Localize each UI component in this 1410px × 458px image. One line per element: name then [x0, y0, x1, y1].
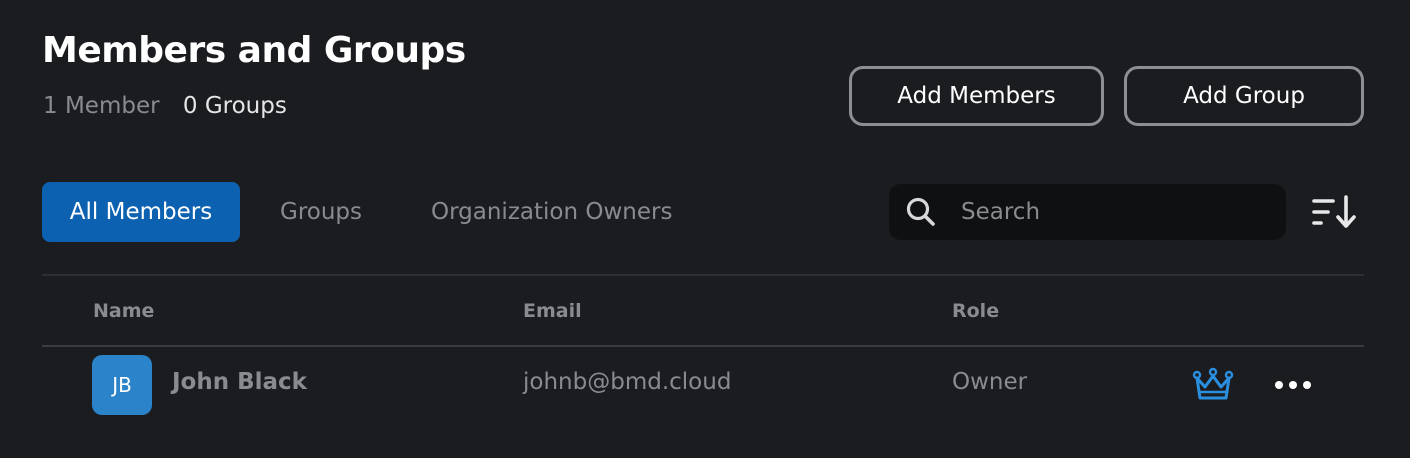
member-role: Owner [952, 369, 1028, 395]
more-options-icon[interactable] [1272, 373, 1314, 397]
tab-groups[interactable]: Groups [280, 182, 362, 242]
column-header-email: Email [523, 300, 582, 322]
tab-organization-owners[interactable]: Organization Owners [431, 182, 672, 242]
member-name: John Black [172, 369, 307, 395]
tab-all-members[interactable]: All Members [42, 182, 240, 242]
search-icon [906, 197, 935, 226]
add-members-button[interactable]: Add Members [849, 66, 1104, 126]
column-header-role: Role [952, 300, 1000, 322]
column-header-name: Name [93, 300, 155, 322]
group-count: 0 Groups [182, 93, 287, 119]
page-title: Members and Groups [42, 30, 466, 71]
search-box[interactable] [889, 184, 1286, 240]
sort-descending-icon[interactable] [1311, 192, 1359, 232]
summary-counts: 1 Member 0 Groups [43, 93, 287, 119]
add-group-button[interactable]: Add Group [1124, 66, 1364, 126]
table-row[interactable]: JB John Black johnb@bmd.cloud Owner [42, 347, 1364, 423]
avatar: JB [92, 355, 152, 415]
member-email: johnb@bmd.cloud [523, 369, 732, 395]
member-count: 1 Member [43, 93, 160, 119]
divider [42, 274, 1364, 276]
search-input[interactable] [961, 184, 1261, 240]
members-and-groups-page: Members and Groups 1 Member 0 Groups Add… [0, 0, 1410, 458]
crown-icon [1192, 367, 1234, 400]
